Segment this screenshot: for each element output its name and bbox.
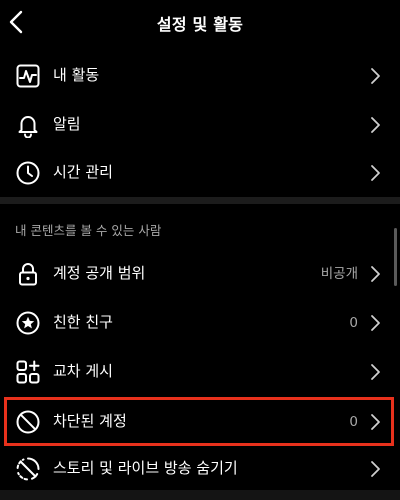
menu-item-blocked-accounts[interactable]: 차단된 계정 0 bbox=[0, 397, 400, 445]
menu-item-value: 0 bbox=[349, 414, 358, 430]
menu-item-label: 시간 관리 bbox=[53, 163, 113, 181]
section-divider bbox=[0, 197, 400, 204]
clock-icon bbox=[15, 160, 41, 186]
chevron-right-icon bbox=[368, 363, 382, 381]
menu-item-hide-story-live[interactable]: 스토리 및 라이브 방송 숨기기 bbox=[0, 444, 400, 492]
grid-plus-icon bbox=[15, 359, 41, 385]
chevron-right-icon bbox=[368, 314, 382, 332]
bottom-edge bbox=[0, 490, 400, 500]
menu-item-notifications[interactable]: 알림 bbox=[0, 100, 400, 148]
menu-item-label: 계정 공개 범위 bbox=[53, 264, 146, 282]
menu-item-label: 친한 친구 bbox=[53, 313, 113, 331]
bell-icon bbox=[15, 112, 41, 138]
star-circle-icon bbox=[15, 310, 41, 336]
activity-icon bbox=[15, 63, 41, 89]
chevron-right-icon bbox=[368, 460, 382, 478]
menu-item-label: 차단된 계정 bbox=[53, 412, 127, 430]
menu-item-account-privacy[interactable]: 계정 공개 범위 비공개 bbox=[0, 249, 400, 297]
chevron-right-icon bbox=[368, 67, 382, 85]
page-title: 설정 및 활동 bbox=[156, 15, 244, 34]
scrollbar[interactable] bbox=[394, 228, 397, 286]
menu-item-label: 알림 bbox=[53, 115, 81, 133]
menu-item-label: 스토리 및 라이브 방송 숨기기 bbox=[53, 459, 238, 477]
lock-icon bbox=[15, 261, 41, 287]
hide-story-icon bbox=[15, 456, 41, 482]
menu-item-label: 교차 게시 bbox=[53, 362, 113, 380]
section-title: 내 콘텐츠를 볼 수 있는 사람 bbox=[15, 223, 162, 238]
menu-item-crossposting[interactable]: 교차 게시 bbox=[0, 347, 400, 395]
chevron-right-icon bbox=[368, 413, 382, 431]
menu-item-value: 비공개 bbox=[320, 266, 358, 282]
menu-item-time-management[interactable]: 시간 관리 bbox=[0, 148, 400, 196]
header: 설정 및 활동 bbox=[0, 0, 400, 44]
chevron-right-icon bbox=[368, 164, 382, 182]
settings-screen: 설정 및 활동 내 활동 알림 시간 관리 내 콘텐츠를 볼 수 있는 사람 계… bbox=[0, 0, 400, 500]
menu-item-value: 0 bbox=[349, 315, 358, 331]
chevron-right-icon bbox=[368, 116, 382, 134]
menu-item-my-activity[interactable]: 내 활동 bbox=[0, 51, 400, 99]
chevron-right-icon bbox=[368, 265, 382, 283]
menu-item-close-friends[interactable]: 친한 친구 0 bbox=[0, 298, 400, 346]
blocked-icon bbox=[15, 409, 41, 435]
menu-item-label: 내 활동 bbox=[53, 66, 100, 84]
